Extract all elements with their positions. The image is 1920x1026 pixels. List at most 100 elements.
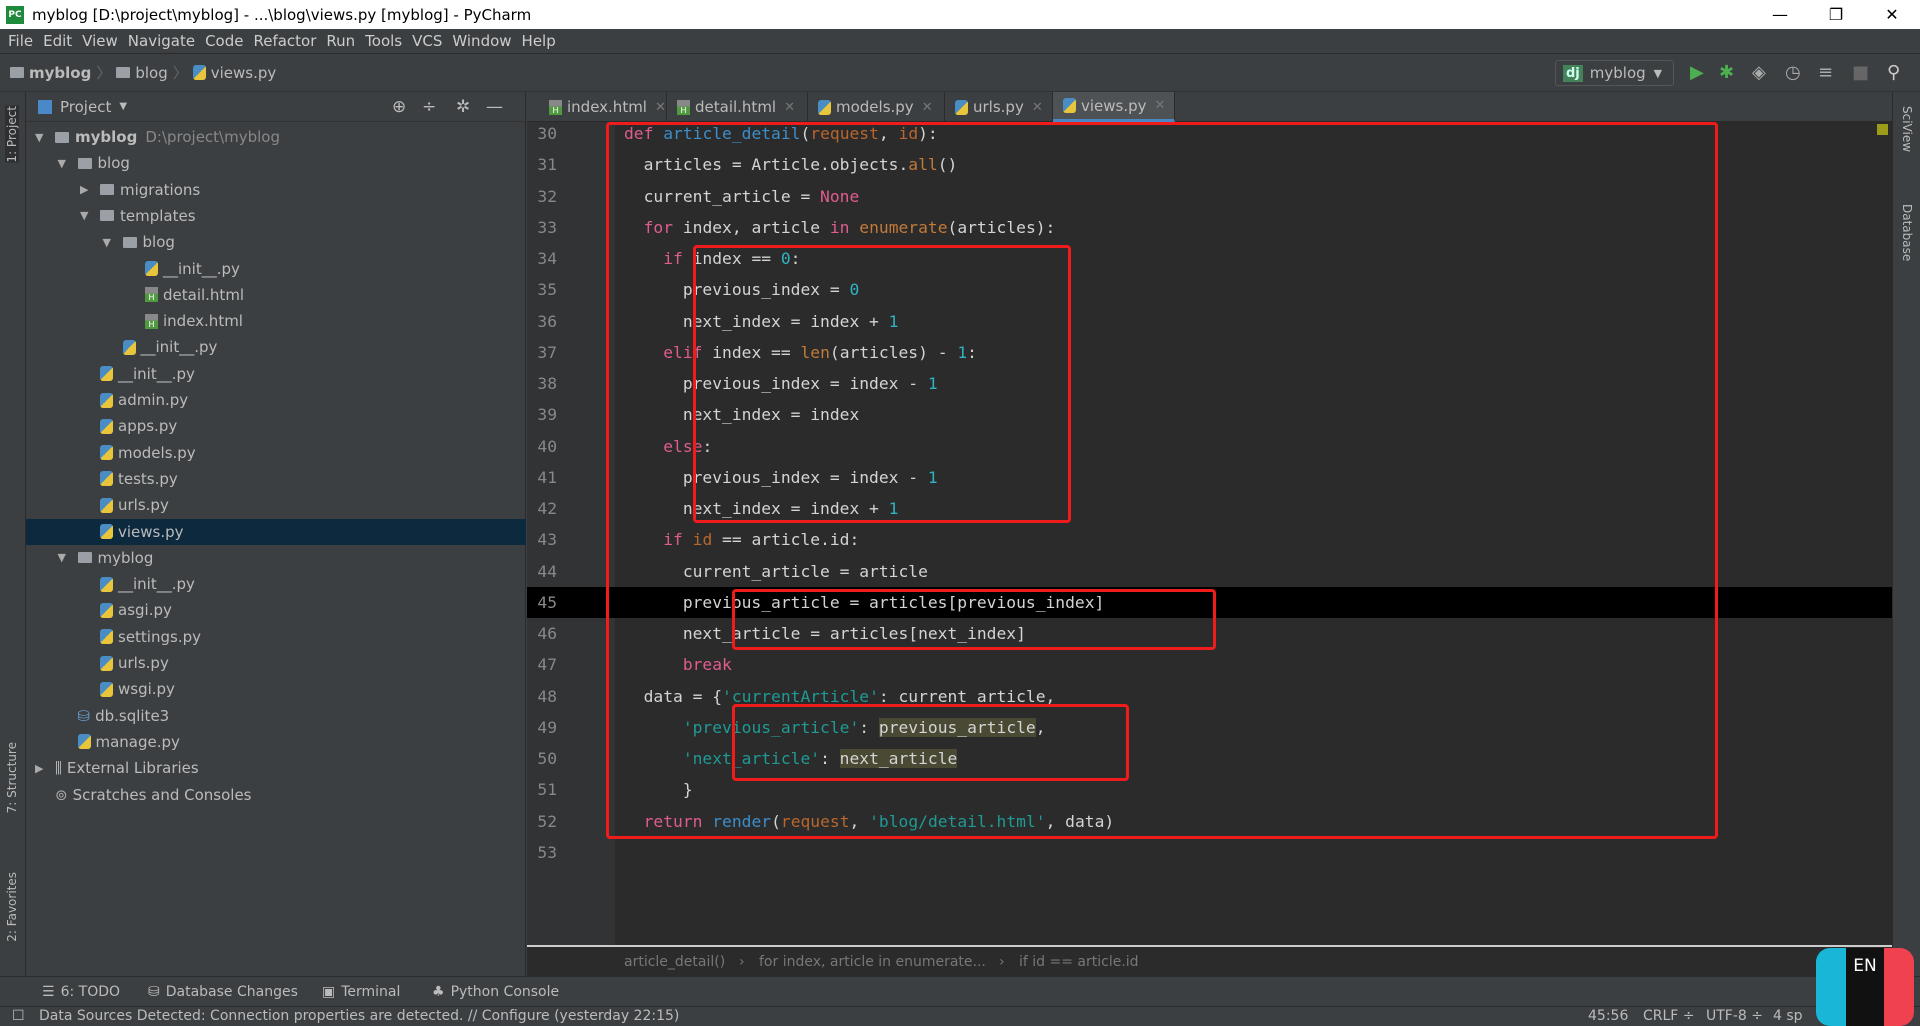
menu-help[interactable]: Help bbox=[522, 32, 556, 50]
project-view-select[interactable]: Project bbox=[60, 98, 111, 116]
tree-item[interactable]: views.py bbox=[26, 518, 526, 545]
tree-item[interactable]: admin.py bbox=[26, 387, 526, 413]
tab-urls-py[interactable]: urls.py ✕ bbox=[945, 92, 1053, 122]
debug-icon[interactable]: ✱ bbox=[1719, 62, 1734, 83]
profile-icon[interactable]: ◷ bbox=[1785, 62, 1801, 83]
tree-item[interactable]: settings.py bbox=[26, 624, 526, 650]
tree-item[interactable]: apps.py bbox=[26, 413, 526, 439]
tree-item[interactable]: ▼ myblog D:\project\myblog bbox=[26, 124, 526, 150]
maximize-button[interactable]: ❐ bbox=[1808, 0, 1864, 29]
structure-tool-tab[interactable]: 7: Structure bbox=[5, 742, 19, 813]
close-tab-icon[interactable]: ✕ bbox=[922, 100, 933, 115]
stop-icon[interactable]: ■ bbox=[1852, 62, 1869, 83]
coverage-icon[interactable]: ◈ bbox=[1752, 62, 1766, 83]
menu-code[interactable]: Code bbox=[205, 32, 243, 50]
tree-item[interactable]: tests.py bbox=[26, 466, 526, 492]
locate-icon[interactable]: ⊕ bbox=[392, 97, 406, 117]
crumb-file[interactable]: views.py bbox=[211, 64, 277, 82]
tree-item[interactable]: urls.py bbox=[26, 492, 526, 518]
inspection-status-icon[interactable] bbox=[1877, 124, 1888, 135]
indent-setting[interactable]: 4 sp bbox=[1773, 1008, 1803, 1024]
tree-item-label: __init__.py bbox=[118, 364, 195, 383]
tree-item[interactable]: Hdetail.html bbox=[26, 282, 526, 308]
close-tab-icon[interactable]: ✕ bbox=[1032, 100, 1043, 115]
chevron-down-icon[interactable]: ▼ bbox=[80, 209, 88, 222]
tree-item[interactable]: ▼ blog bbox=[26, 150, 526, 176]
ime-language[interactable]: EN bbox=[1846, 948, 1884, 1026]
tree-item[interactable]: asgi.py bbox=[26, 597, 526, 623]
tree-item[interactable]: models.py bbox=[26, 440, 526, 466]
menu-view[interactable]: View bbox=[82, 32, 118, 50]
close-tab-icon[interactable]: ✕ bbox=[1155, 98, 1166, 113]
menu-file[interactable]: File bbox=[8, 32, 33, 50]
menu-refactor[interactable]: Refactor bbox=[253, 32, 316, 50]
breadcrumb-if[interactable]: if id == article.id bbox=[1019, 954, 1139, 970]
file-encoding[interactable]: UTF-8 ÷ bbox=[1706, 1008, 1763, 1024]
minimize-button[interactable]: — bbox=[1752, 0, 1808, 29]
tree-item[interactable]: wsgi.py bbox=[26, 676, 526, 702]
chevron-down-icon[interactable]: ▼ bbox=[58, 157, 66, 170]
status-message[interactable]: Data Sources Detected: Connection proper… bbox=[39, 1008, 679, 1024]
collapse-all-icon[interactable]: ÷ bbox=[422, 97, 436, 117]
hide-icon[interactable]: — bbox=[486, 97, 503, 117]
breadcrumb-for[interactable]: for index, article in enumerate... bbox=[759, 954, 986, 970]
menu-tools[interactable]: Tools bbox=[365, 32, 402, 50]
code-line[interactable]: 53 bbox=[527, 837, 1892, 868]
tree-item[interactable]: ▼ blog bbox=[26, 229, 526, 255]
menu-run[interactable]: Run bbox=[326, 32, 355, 50]
tree-item[interactable]: ▼ myblog bbox=[26, 545, 526, 571]
chevron-right-icon[interactable]: ▶ bbox=[35, 762, 43, 775]
chevron-down-icon[interactable]: ▼ bbox=[35, 131, 43, 144]
tree-item[interactable]: __init__.py bbox=[26, 334, 526, 360]
terminal-tool-tab[interactable]: ▣ Terminal bbox=[322, 984, 400, 1000]
run-configuration-select[interactable]: dj myblog ▼ bbox=[1555, 60, 1674, 86]
menu-window[interactable]: Window bbox=[452, 32, 511, 50]
tree-item[interactable]: __init__.py bbox=[26, 256, 526, 282]
run-icon[interactable]: ▶ bbox=[1690, 62, 1704, 83]
tree-item[interactable]: ⊚ Scratches and Consoles bbox=[26, 782, 526, 808]
tree-item[interactable]: ⛁ db.sqlite3 bbox=[26, 703, 526, 729]
menu-vcs[interactable]: VCS bbox=[412, 32, 442, 50]
tree-item[interactable]: ▶ migrations bbox=[26, 177, 526, 203]
database-tool-tab[interactable]: Database bbox=[1900, 204, 1914, 261]
tab-views-py[interactable]: views.py ✕ bbox=[1053, 92, 1175, 122]
database-changes-tool-tab[interactable]: ⛁ Database Changes bbox=[148, 984, 298, 1000]
caret-position[interactable]: 45:56 bbox=[1588, 1008, 1628, 1024]
line-separator[interactable]: CRLF ÷ bbox=[1643, 1008, 1695, 1024]
chevron-down-icon[interactable]: ▼ bbox=[58, 551, 66, 564]
search-icon[interactable]: ⚲ bbox=[1887, 62, 1900, 83]
todo-tool-tab[interactable]: ☰ 6: TODO bbox=[42, 984, 120, 1000]
breadcrumb-function[interactable]: article_detail() bbox=[624, 954, 725, 970]
tree-item[interactable]: __init__.py bbox=[26, 361, 526, 387]
tree-item-label: settings.py bbox=[118, 627, 201, 646]
tree-item[interactable]: ▶ ⫼ External Libraries bbox=[26, 755, 526, 781]
menu-navigate[interactable]: Navigate bbox=[128, 32, 195, 50]
tree-item[interactable]: ▼ templates bbox=[26, 203, 526, 229]
django-icon: dj bbox=[1563, 64, 1583, 82]
tree-item[interactable]: urls.py bbox=[26, 650, 526, 676]
concurrency-icon[interactable]: ≡ bbox=[1818, 62, 1833, 83]
gear-icon[interactable]: ✲ bbox=[456, 97, 470, 117]
tab-index-html[interactable]: Hindex.html ✕ bbox=[539, 92, 667, 122]
database-icon: ⛁ bbox=[148, 983, 160, 1000]
chevron-right-icon[interactable]: ▶ bbox=[80, 183, 88, 196]
python-console-tool-tab[interactable]: ♣ Python Console bbox=[432, 984, 559, 1000]
favorites-tool-tab[interactable]: 2: Favorites bbox=[5, 872, 19, 942]
code-editor[interactable]: 30 def article_detail(request, id): 31 art… bbox=[527, 122, 1892, 945]
tree-item[interactable]: manage.py bbox=[26, 729, 526, 755]
tree-item[interactable]: __init__.py bbox=[26, 571, 526, 597]
library-icon: ⫼ bbox=[55, 759, 62, 778]
close-button[interactable]: ✕ bbox=[1864, 0, 1920, 29]
crumb-blog[interactable]: blog bbox=[135, 64, 167, 82]
chevron-down-icon[interactable]: ▼ bbox=[103, 236, 111, 249]
close-tab-icon[interactable]: ✕ bbox=[784, 100, 795, 115]
tab-models-py[interactable]: models.py ✕ bbox=[808, 92, 945, 122]
project-tool-tab[interactable]: 1: Project bbox=[5, 106, 19, 163]
status-toggle-icon[interactable]: ☐ bbox=[12, 1008, 25, 1024]
sciview-tool-tab[interactable]: SciView bbox=[1900, 106, 1914, 152]
crumb-project[interactable]: myblog bbox=[29, 64, 91, 82]
tree-item[interactable]: Hindex.html bbox=[26, 308, 526, 334]
menu-edit[interactable]: Edit bbox=[43, 32, 72, 50]
close-tab-icon[interactable]: ✕ bbox=[655, 100, 666, 115]
tab-detail-html[interactable]: Hdetail.html ✕ bbox=[667, 92, 808, 122]
